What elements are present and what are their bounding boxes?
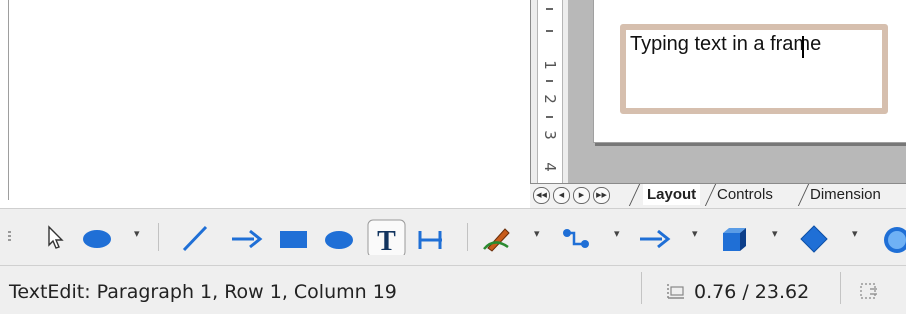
ruler-tick — [546, 8, 553, 10]
line-icon[interactable] — [178, 219, 214, 255]
select-icon[interactable] — [42, 219, 68, 255]
text-frame-content[interactable]: Typing text in a frame — [630, 33, 821, 56]
rectangle-icon[interactable] — [276, 219, 312, 255]
size-icon — [860, 283, 877, 299]
cube-dropdown-icon[interactable]: ▾ — [772, 227, 778, 240]
connector-icon[interactable] — [558, 219, 594, 255]
arrow-dropdown-icon[interactable]: ▾ — [692, 227, 698, 240]
arrow-icon[interactable] — [636, 219, 672, 255]
status-message: TextEdit: Paragraph 1, Row 1, Column 19 — [9, 281, 397, 303]
toolbar-separator — [158, 223, 159, 251]
tab-divider — [628, 184, 641, 206]
last-tab-icon[interactable]: ▶▶ — [593, 187, 610, 204]
connector-dropdown-icon[interactable]: ▾ — [614, 227, 620, 240]
text-fit-icon[interactable] — [414, 219, 450, 255]
cursor-position: 0.76 / 23.62 — [694, 281, 810, 303]
next-tab-icon[interactable]: ▶ — [573, 187, 590, 204]
diamond-dropdown-icon[interactable]: ▾ — [852, 227, 858, 240]
diamond-icon[interactable] — [796, 219, 832, 255]
ruler-number: 1 — [541, 60, 559, 70]
first-tab-icon[interactable]: ◀◀ — [533, 187, 550, 204]
position-icon — [667, 284, 684, 299]
ruler-tick — [546, 80, 553, 82]
toolbar-grip[interactable] — [8, 231, 12, 245]
ellipse-dropdown-icon[interactable]: ▾ — [134, 227, 140, 240]
ruler-track: 1 2 3 4 — [537, 0, 563, 183]
tab-divider — [797, 184, 810, 206]
drawing-toolbar: ▾ T ▾ ▾ ▾ ▾ ▾ — [0, 208, 906, 266]
tab-dimension[interactable]: Dimension — [810, 184, 881, 205]
ellipse-shape-icon[interactable] — [322, 219, 358, 255]
curve-dropdown-icon[interactable]: ▾ — [534, 227, 540, 240]
arrow-line-icon[interactable] — [228, 219, 264, 255]
tab-layout[interactable]: Layout — [643, 184, 701, 205]
status-separator — [641, 272, 642, 304]
text-caret — [802, 36, 804, 58]
text-icon[interactable]: T — [367, 219, 407, 255]
toolbar-separator — [467, 223, 468, 251]
slide-pane-border — [8, 0, 9, 200]
ruler-number: 3 — [541, 130, 559, 140]
svg-text:T: T — [377, 226, 396, 255]
status-separator — [840, 272, 841, 304]
previous-tab-icon[interactable]: ◀ — [553, 187, 570, 204]
ruler-tick — [546, 116, 553, 118]
ellipse-icon[interactable] — [80, 219, 116, 255]
ruler-tick — [546, 30, 553, 32]
curve-icon[interactable] — [478, 219, 518, 255]
slide-pane — [0, 0, 517, 200]
tab-controls[interactable]: Controls — [717, 184, 773, 205]
cube-icon[interactable] — [716, 219, 752, 255]
tab-divider — [704, 184, 717, 206]
vertical-ruler[interactable]: 1 2 3 4 — [530, 0, 570, 183]
ruler-number: 2 — [541, 94, 559, 104]
ruler-number: 4 — [541, 162, 559, 172]
layer-tab-bar: ◀◀ ◀ ▶ ▶▶ Layout Controls Dimension — [530, 183, 906, 209]
smiley-icon[interactable] — [878, 219, 906, 255]
